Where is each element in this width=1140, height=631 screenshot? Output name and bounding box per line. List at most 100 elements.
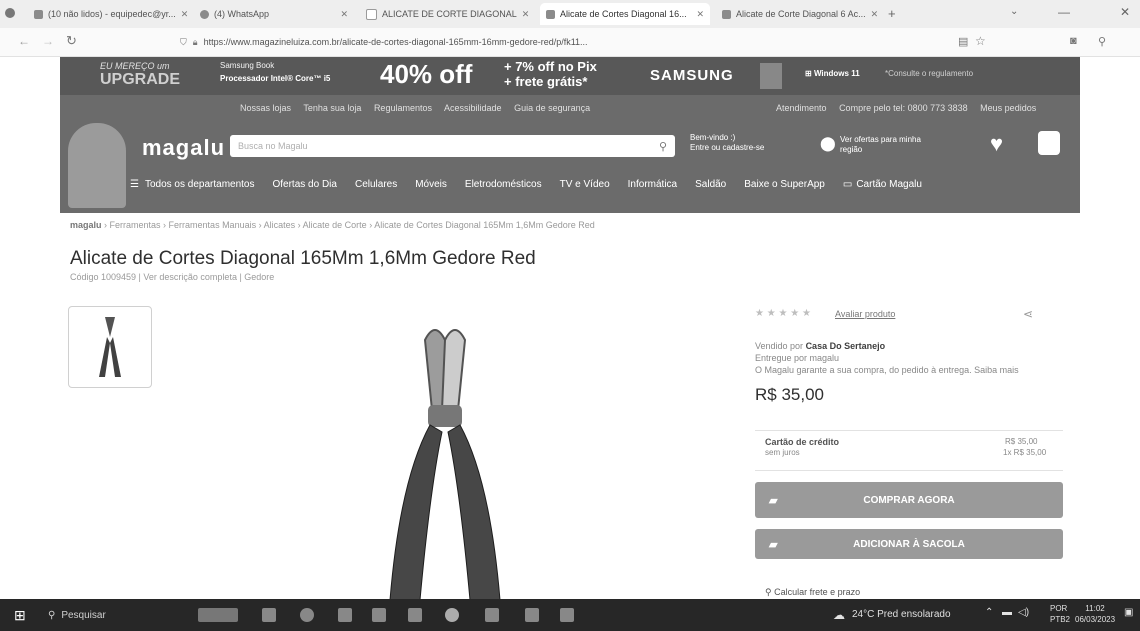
url-bar[interactable]: ⛉ 🔒︎ https://www.magazineluiza.com.br/al… bbox=[180, 32, 950, 52]
store-icon[interactable] bbox=[408, 608, 422, 622]
mail-icon[interactable] bbox=[372, 608, 386, 622]
browser-tab-active[interactable]: Alicate de Cortes Diagonal 16... ✕ bbox=[540, 3, 710, 25]
nav-item[interactable]: Celulares bbox=[355, 179, 397, 190]
close-icon[interactable]: ✕ bbox=[696, 9, 704, 20]
promo-banner[interactable]: EU MEREÇO um UPGRADE Samsung Book Proces… bbox=[60, 57, 1080, 95]
nav-item[interactable]: Eletrodomésticos bbox=[465, 179, 542, 190]
extensions-icon[interactable]: ⚲ bbox=[1098, 35, 1106, 48]
file-explorer-icon[interactable] bbox=[338, 608, 352, 622]
reload-icon[interactable]: ↻ bbox=[66, 33, 77, 49]
favorites-heart-icon[interactable]: ♥ bbox=[990, 131, 1003, 157]
payment-installment: 1x R$ 35,00 bbox=[1003, 448, 1047, 457]
location-line2: região bbox=[840, 145, 863, 154]
divider bbox=[755, 470, 1063, 471]
clock[interactable]: 11:02 06/03/2023 bbox=[1075, 603, 1115, 625]
search-icon[interactable]: ⚲ bbox=[659, 140, 667, 153]
forward-icon[interactable]: → bbox=[42, 34, 54, 48]
product-thumbnail[interactable] bbox=[68, 306, 152, 388]
tab-list-chevron-icon[interactable]: ⌄ bbox=[1010, 6, 1018, 17]
header-link[interactable]: Meus pedidos bbox=[980, 103, 1036, 113]
buy-now-button[interactable]: ▰ COMPRAR AGORA bbox=[755, 482, 1063, 518]
close-icon[interactable]: ✕ bbox=[181, 9, 188, 20]
shipping-calculator[interactable]: ⚲ Calcular frete e prazo bbox=[765, 587, 860, 598]
add-to-bag-button[interactable]: ▰ ADICIONAR À SACOLA bbox=[755, 529, 1063, 559]
header-link[interactable]: Acessibilidade bbox=[444, 103, 502, 113]
search-placeholder: Busca no Magalu bbox=[238, 141, 308, 151]
close-icon[interactable]: ✕ bbox=[340, 9, 348, 20]
back-icon[interactable]: ← bbox=[18, 34, 30, 48]
close-icon[interactable]: ✕ bbox=[871, 9, 879, 20]
nav-item[interactable]: Saldão bbox=[695, 179, 726, 190]
taskbar-search[interactable]: ⚲ Pesquisar bbox=[48, 599, 183, 631]
bag-icon: ▰ bbox=[769, 538, 778, 551]
shopping-bag-icon[interactable] bbox=[1038, 131, 1060, 155]
firefox-icon[interactable] bbox=[445, 608, 459, 622]
browser-tab[interactable]: ALICATE DE CORTE DIAGONAL ✕ bbox=[360, 3, 530, 25]
location-pin-icon: ⚲ bbox=[765, 587, 772, 597]
clock-date: 06/03/2023 bbox=[1075, 615, 1116, 624]
breadcrumb-item[interactable]: Alicates bbox=[264, 220, 296, 230]
lock-icon: 🔒︎ bbox=[192, 36, 198, 47]
tray-chevron-icon[interactable]: ⌃ bbox=[985, 607, 993, 618]
breadcrumb-item[interactable]: Ferramentas Manuais bbox=[169, 220, 257, 230]
browser-tab[interactable]: (10 não lidos) - equipedec@yr... ✕ bbox=[28, 3, 188, 25]
search-input[interactable]: Busca no Magalu ⚲ bbox=[230, 135, 675, 157]
location-link[interactable]: Ver ofertas para minha região bbox=[840, 135, 921, 155]
header-link[interactable]: Nossas lojas bbox=[240, 103, 291, 113]
nav-item[interactable]: Baixe o SuperApp bbox=[744, 179, 825, 190]
tab-title: Alicate de Corte Diagonal 6 Ac... bbox=[736, 9, 866, 19]
nav-item[interactable]: Móveis bbox=[415, 179, 447, 190]
header-link[interactable]: Guia de segurança bbox=[514, 103, 590, 113]
edge-icon[interactable] bbox=[300, 608, 314, 622]
magalu-logo[interactable]: magalu bbox=[142, 135, 225, 161]
people-icon[interactable] bbox=[198, 608, 238, 622]
header-link[interactable]: Tenha sua loja bbox=[303, 103, 361, 113]
reader-view-icon[interactable]: ▤ bbox=[958, 35, 968, 48]
notifications-icon[interactable]: ▣ bbox=[1124, 607, 1133, 618]
weather-text[interactable]: 24°C Pred ensolarado bbox=[852, 609, 951, 620]
product-subtitle[interactable]: Código 1009459 | Ver descrição completa … bbox=[70, 272, 274, 282]
location-pin-icon: ⬤ bbox=[820, 135, 836, 151]
seller-name-link[interactable]: Casa Do Sertanejo bbox=[806, 341, 886, 351]
browser-tab[interactable]: Alicate de Corte Diagonal 6 Ac... ✕ bbox=[716, 3, 881, 25]
nav-item[interactable]: TV e Vídeo bbox=[560, 179, 610, 190]
document-icon[interactable] bbox=[560, 608, 574, 622]
rate-product-link[interactable]: Avaliar produto bbox=[835, 309, 895, 319]
close-icon[interactable]: ✕ bbox=[522, 9, 530, 20]
volume-icon[interactable]: ◁) bbox=[1018, 607, 1029, 618]
guarantee-text[interactable]: O Magalu garante a sua compra, do pedido… bbox=[755, 365, 1019, 375]
bookmark-star-icon[interactable]: ☆ bbox=[975, 34, 986, 48]
breadcrumb-item[interactable]: magalu bbox=[70, 220, 102, 230]
minimize-icon[interactable]: — bbox=[1058, 5, 1070, 19]
browser-tab[interactable]: (4) WhatsApp ✕ bbox=[194, 3, 354, 25]
divider bbox=[755, 430, 1063, 431]
nav-item[interactable]: Ofertas do Dia bbox=[272, 179, 336, 190]
breadcrumb-item[interactable]: Ferramentas bbox=[110, 220, 161, 230]
departments-menu[interactable]: Todos os departamentos bbox=[145, 179, 255, 190]
tab-title: (10 não lidos) - equipedec@yr... bbox=[48, 9, 176, 19]
menu-hamburger-icon[interactable]: ☰ bbox=[130, 179, 139, 190]
windows-start-icon[interactable]: ⊞ bbox=[14, 607, 26, 624]
header-link[interactable]: Compre pelo tel: 0800 773 3838 bbox=[839, 103, 968, 113]
close-window-icon[interactable]: ✕ bbox=[1120, 5, 1130, 19]
magalu-favicon-icon bbox=[546, 9, 555, 19]
breadcrumb: magalu › Ferramentas › Ferramentas Manua… bbox=[70, 220, 595, 230]
excel-icon[interactable] bbox=[525, 608, 539, 622]
browser-menu-icon[interactable] bbox=[5, 8, 15, 18]
google-icon bbox=[366, 8, 377, 20]
task-view-icon[interactable] bbox=[262, 608, 276, 622]
network-icon[interactable]: ▬ bbox=[1002, 607, 1012, 618]
account-link[interactable]: Bem-vindo :) Entre ou cadastre-se bbox=[690, 133, 764, 153]
share-icon[interactable]: ⋖ bbox=[1023, 307, 1033, 321]
nav-item[interactable]: Cartão Magalu bbox=[856, 179, 922, 190]
nav-item[interactable]: Informática bbox=[628, 179, 677, 190]
language-indicator[interactable]: POR PTB2 bbox=[1050, 603, 1070, 625]
breadcrumb-item[interactable]: Alicate de Corte bbox=[303, 220, 367, 230]
new-tab-button[interactable]: + bbox=[888, 6, 896, 21]
header-link[interactable]: Atendimento bbox=[776, 103, 827, 113]
header-link[interactable]: Regulamentos bbox=[374, 103, 432, 113]
excel-icon[interactable] bbox=[485, 608, 499, 622]
pocket-icon[interactable]: ◙ bbox=[1070, 35, 1077, 47]
shipping-label: Calcular frete e prazo bbox=[774, 587, 861, 597]
product-price: R$ 35,00 bbox=[755, 385, 824, 404]
